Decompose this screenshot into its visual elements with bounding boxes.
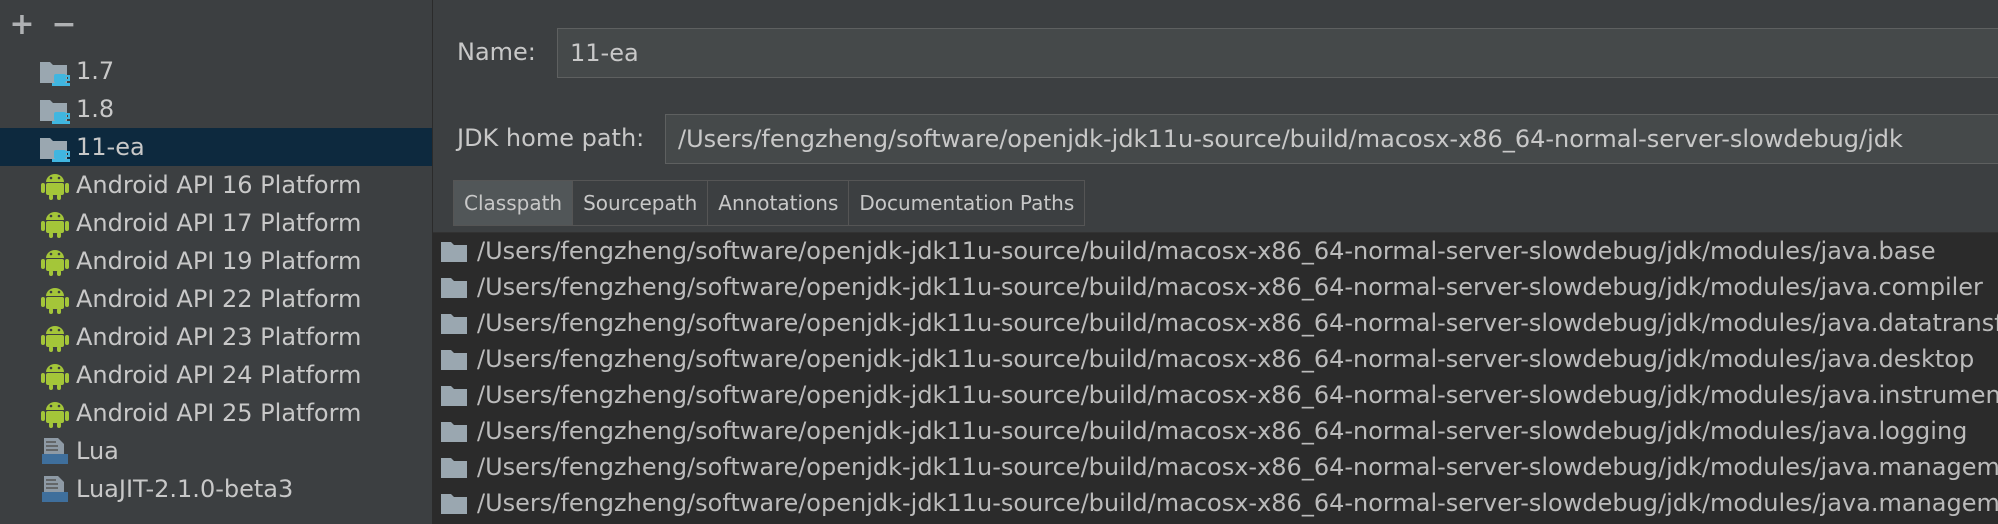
- sdk-list-item[interactable]: Android API 16 Platform: [0, 166, 432, 204]
- jdk-folder-icon: [40, 62, 70, 86]
- sdk-list-panel: + − 1.7 1.8 11-ea Android API 16 Platform An…: [0, 0, 433, 524]
- add-sdk-button[interactable]: +: [8, 10, 36, 40]
- classpath-row[interactable]: /Users/fengzheng/software/openjdk-jdk11u…: [433, 233, 1998, 269]
- sdk-list-item-label: Android API 22 Platform: [76, 285, 362, 313]
- folder-icon: [441, 314, 467, 334]
- path-tabs: Classpath Sourcepath Annotations Documentat…: [453, 180, 1086, 226]
- android-icon: [41, 326, 69, 352]
- classpath-row[interactable]: /Users/fengzheng/software/openjdk-jdk11u…: [433, 485, 1998, 521]
- sdk-list-item[interactable]: Lua: [0, 432, 432, 470]
- sdk-list-item[interactable]: Android API 19 Platform: [0, 242, 432, 280]
- jdk-home-path-label: JDK home path:: [457, 124, 645, 152]
- remove-sdk-button[interactable]: −: [50, 10, 78, 40]
- lua-sdk-icon: [42, 476, 68, 502]
- classpath-row[interactable]: /Users/fengzheng/software/openjdk-jdk11u…: [433, 341, 1998, 377]
- tab-documentation-paths[interactable]: Documentation Paths: [849, 180, 1086, 226]
- sdk-list-item-label: Android API 17 Platform: [76, 209, 362, 237]
- classpath-row-path: /Users/fengzheng/software/openjdk-jdk11u…: [477, 237, 1936, 265]
- classpath-row-path: /Users/fengzheng/software/openjdk-jdk11u…: [477, 273, 1983, 301]
- tab-classpath[interactable]: Classpath: [453, 180, 574, 226]
- classpath-row-path: /Users/fengzheng/software/openjdk-jdk11u…: [477, 489, 1998, 517]
- sdk-list-item[interactable]: Android API 23 Platform: [0, 318, 432, 356]
- folder-icon: [441, 458, 467, 478]
- sdk-list-item[interactable]: Android API 22 Platform: [0, 280, 432, 318]
- sdk-list-item-label: 11-ea: [76, 133, 145, 161]
- android-icon: [41, 402, 69, 428]
- jdk-home-path-field[interactable]: /Users/fengzheng/software/openjdk-jdk11u…: [665, 114, 1998, 164]
- tab-annotations[interactable]: Annotations: [708, 180, 850, 226]
- folder-icon: [441, 242, 467, 262]
- sdk-list-item[interactable]: Android API 25 Platform: [0, 394, 432, 432]
- classpath-row-path: /Users/fengzheng/software/openjdk-jdk11u…: [477, 417, 1968, 445]
- android-icon: [41, 250, 69, 276]
- sdk-toolbar: + −: [8, 8, 78, 42]
- folder-icon: [441, 494, 467, 514]
- folder-icon: [441, 386, 467, 406]
- sdk-list-item[interactable]: 1.7: [0, 52, 432, 90]
- folder-icon: [441, 350, 467, 370]
- classpath-row-path: /Users/fengzheng/software/openjdk-jdk11u…: [477, 309, 1998, 337]
- folder-icon: [441, 278, 467, 298]
- sdk-list-item-label: 1.8: [76, 95, 115, 123]
- sdk-list-item-label: Android API 25 Platform: [76, 399, 362, 427]
- sdk-details-panel: Name: 11-ea JDK home path: /Users/fengzh…: [433, 0, 1998, 524]
- sdk-list-item-label: Android API 24 Platform: [76, 361, 362, 389]
- classpath-row[interactable]: /Users/fengzheng/software/openjdk-jdk11u…: [433, 305, 1998, 341]
- sdk-list-item[interactable]: Android API 24 Platform: [0, 356, 432, 394]
- name-field[interactable]: 11-ea: [557, 28, 1998, 78]
- classpath-row-path: /Users/fengzheng/software/openjdk-jdk11u…: [477, 453, 1998, 481]
- classpath-row-path: /Users/fengzheng/software/openjdk-jdk11u…: [477, 345, 1975, 373]
- classpath-list: /Users/fengzheng/software/openjdk-jdk11u…: [433, 232, 1998, 524]
- android-icon: [41, 364, 69, 390]
- folder-icon: [441, 422, 467, 442]
- sdk-list-item-label: 1.7: [76, 57, 115, 85]
- sdk-list-item-label: Android API 19 Platform: [76, 247, 362, 275]
- lua-sdk-icon: [42, 438, 68, 464]
- sdk-list-item-label: Android API 23 Platform: [76, 323, 362, 351]
- sdk-list-item[interactable]: 1.8: [0, 90, 432, 128]
- sdk-list: 1.7 1.8 11-ea Android API 16 Platform Androi…: [0, 52, 432, 508]
- android-icon: [41, 288, 69, 314]
- sdk-list-item[interactable]: Android API 17 Platform: [0, 204, 432, 242]
- android-icon: [41, 212, 69, 238]
- name-label: Name:: [457, 38, 536, 66]
- android-icon: [41, 174, 69, 200]
- classpath-row[interactable]: /Users/fengzheng/software/openjdk-jdk11u…: [433, 269, 1998, 305]
- sdk-list-item-label: Android API 16 Platform: [76, 171, 362, 199]
- sdk-list-item[interactable]: LuaJIT-2.1.0-beta3: [0, 470, 432, 508]
- sdk-list-item[interactable]: 11-ea: [0, 128, 432, 166]
- tab-sourcepath[interactable]: Sourcepath: [573, 180, 709, 226]
- classpath-row[interactable]: /Users/fengzheng/software/openjdk-jdk11u…: [433, 449, 1998, 485]
- jdk-folder-icon: [40, 138, 70, 162]
- sdk-list-item-label: Lua: [76, 437, 119, 465]
- sdk-list-item-label: LuaJIT-2.1.0-beta3: [76, 475, 294, 503]
- jdk-folder-icon: [40, 100, 70, 124]
- classpath-row-path: /Users/fengzheng/software/openjdk-jdk11u…: [477, 381, 1998, 409]
- classpath-row[interactable]: /Users/fengzheng/software/openjdk-jdk11u…: [433, 377, 1998, 413]
- classpath-row[interactable]: /Users/fengzheng/software/openjdk-jdk11u…: [433, 413, 1998, 449]
